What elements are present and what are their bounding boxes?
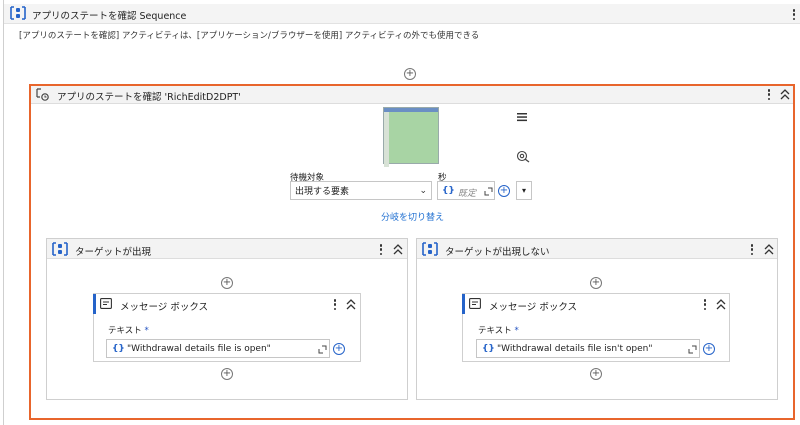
- message-text-input[interactable]: {} "Withdrawal details file isn't open": [476, 339, 700, 358]
- wait-for-value: 出現する要素: [295, 187, 350, 197]
- text-label-text: テキスト: [108, 326, 142, 336]
- target-indicate-icon[interactable]: [516, 150, 530, 163]
- menu-icon[interactable]: [516, 111, 528, 123]
- expand-editor-icon[interactable]: [484, 187, 493, 196]
- target-screenshot-thumbnail[interactable]: [383, 107, 439, 167]
- branch-title-target-appears: ターゲットが出現: [75, 247, 152, 258]
- add-activity-icon[interactable]: +: [221, 277, 233, 289]
- seconds-input[interactable]: {} 既定: [437, 181, 495, 200]
- collapse-icon[interactable]: [780, 89, 790, 100]
- message-text-input[interactable]: {} "Withdrawal details file is open": [106, 339, 330, 358]
- add-variable-icon[interactable]: +: [703, 343, 715, 355]
- branch-more-options-icon[interactable]: [749, 244, 755, 255]
- expand-editor-icon[interactable]: [688, 345, 697, 354]
- expression-brace-icon: {}: [442, 186, 455, 196]
- add-variable-icon[interactable]: +: [498, 185, 510, 197]
- collapse-icon[interactable]: [393, 244, 403, 255]
- expression-brace-icon: {}: [482, 344, 495, 354]
- text-label: テキスト *: [108, 324, 149, 336]
- message-box-icon: [469, 298, 481, 309]
- text-label: テキスト *: [478, 324, 519, 336]
- message-box-icon: [100, 298, 112, 309]
- collapse-icon[interactable]: [346, 299, 356, 310]
- check-app-state-more-options-icon[interactable]: [766, 89, 772, 100]
- expand-editor-icon[interactable]: [318, 345, 327, 354]
- text-label-text: テキスト: [478, 326, 512, 336]
- branch-title-target-does-not-appear: ターゲットが出現しない: [445, 247, 550, 258]
- seconds-placeholder: 既定: [458, 189, 477, 199]
- add-activity-icon[interactable]: +: [590, 277, 602, 289]
- message-box-more-options-icon[interactable]: [702, 299, 708, 310]
- collapse-icon[interactable]: [716, 299, 726, 310]
- message-text-value: "Withdrawal details file isn't open": [497, 344, 653, 354]
- add-activity-icon[interactable]: +: [221, 368, 233, 380]
- sequence-icon: [10, 6, 26, 20]
- check-app-state-title: アプリのステートを確認 'RichEditD2DPT': [57, 92, 241, 103]
- message-box-title: メッセージ ボックス: [120, 302, 209, 313]
- switch-branches-link[interactable]: 分岐を切り替え: [381, 210, 444, 223]
- check-app-state-icon: [36, 88, 49, 101]
- sequence-annotation: [アプリのステートを確認] アクティビティは、[アプリケーション/ブラウザーを使…: [19, 31, 480, 41]
- message-text-value: "Withdrawal details file is open": [127, 344, 271, 354]
- add-activity-top-icon[interactable]: +: [404, 68, 416, 80]
- required-mark: *: [514, 326, 519, 336]
- sequence-icon: [422, 242, 438, 256]
- more-dropdown-button[interactable]: ▾: [516, 181, 532, 200]
- chevron-down-icon: ⌄: [419, 186, 427, 196]
- add-activity-icon[interactable]: +: [590, 368, 602, 380]
- message-box-more-options-icon[interactable]: [332, 299, 338, 310]
- branch-more-options-icon[interactable]: [378, 244, 384, 255]
- message-box-title: メッセージ ボックス: [489, 302, 578, 313]
- wait-for-select[interactable]: 出現する要素 ⌄: [290, 181, 432, 200]
- sequence-icon: [52, 242, 68, 256]
- add-variable-icon[interactable]: +: [333, 343, 345, 355]
- sequence-more-options-icon[interactable]: [791, 9, 797, 20]
- required-mark: *: [144, 326, 149, 336]
- expression-brace-icon: {}: [112, 344, 125, 354]
- sequence-title: アプリのステートを確認 Sequence: [32, 11, 187, 22]
- collapse-icon[interactable]: [764, 244, 774, 255]
